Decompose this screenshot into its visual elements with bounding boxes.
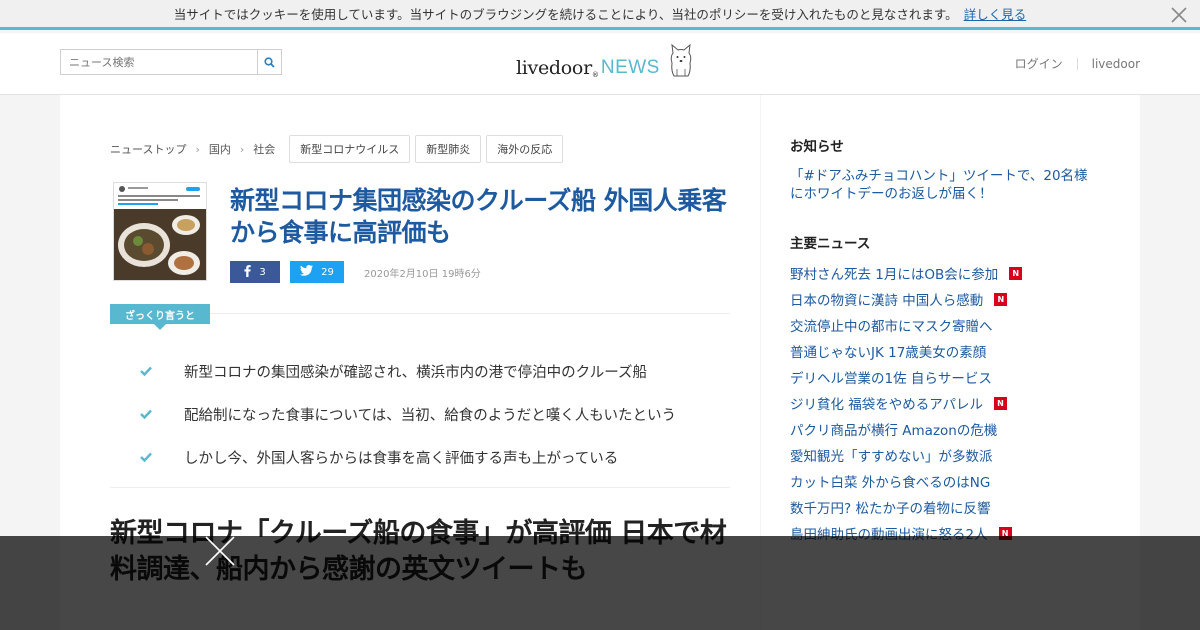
logo-news-text: NEWS — [600, 57, 660, 78]
facebook-count: 3 — [259, 266, 266, 278]
summary-list: 新型コロナの集団感染が確認され、横浜市内の港で停泊中のクルーズ船 配給制になった… — [140, 350, 676, 479]
news-list-item[interactable]: デリヘル営業の1佐 自らサービス — [790, 364, 1022, 390]
facebook-share-button[interactable]: 3 — [230, 261, 280, 283]
main-news-heading: 主要ニュース — [790, 236, 871, 252]
site-logo[interactable]: livedoor ® NEWS — [516, 43, 694, 79]
news-item-title: 日本の物資に漢詩 中国人ら感動 — [790, 293, 984, 309]
tag-covid[interactable]: 新型コロナウイルス — [289, 135, 411, 163]
chevron-right-icon: › — [195, 142, 200, 156]
breadcrumb-item-news-top[interactable]: ニューストップ — [110, 141, 186, 157]
news-item-title: 交流停止中の都市にマスク寄贈へ — [790, 319, 993, 335]
summary-item: 新型コロナの集団感染が確認され、横浜市内の港で停泊中のクルーズ船 — [140, 350, 676, 393]
login-link[interactable]: ログイン — [1015, 55, 1063, 72]
close-icon[interactable] — [203, 534, 237, 568]
cookie-more-link[interactable]: 詳しく見る — [964, 4, 1027, 23]
news-list-item[interactable]: 数千万円? 松たか子の着物に反響 — [790, 494, 1022, 520]
tag-overseas-reaction[interactable]: 海外の反応 — [486, 135, 564, 163]
notice-heading: お知らせ — [790, 139, 844, 155]
news-list-item[interactable]: 野村さん死去 1月にはOB会に参加 N — [790, 260, 1023, 286]
tag-pneumonia[interactable]: 新型肺炎 — [415, 135, 482, 163]
divider — [110, 487, 730, 488]
article-title: 新型コロナ集団感染のクルーズ船 外国人乗客から食事に高評価も — [230, 186, 727, 247]
check-icon — [140, 450, 184, 466]
new-badge: N — [994, 396, 1008, 410]
summary-item: しかし今、外国人客らからは食事を高く評価する声も上がっている — [140, 436, 676, 479]
publish-date: 2020年2月10日 19時6分 — [364, 268, 481, 280]
divider — [210, 313, 730, 314]
livedoor-link[interactable]: livedoor — [1092, 57, 1140, 71]
topic-tags: 新型コロナウイルス 新型肺炎 海外の反応 — [289, 135, 568, 163]
summary-item: 配給制になった食事については、当初、給食のようだと嘆く人もいたという — [140, 393, 676, 436]
breadcrumb: ニューストップ › 国内 › 社会 新型コロナウイルス 新型肺炎 海外の反応 — [110, 135, 568, 163]
cookie-banner: 当サイトではクッキーを使用しています。当サイトのブラウジングを続けることにより、… — [0, 0, 1200, 30]
news-list-item[interactable]: パクリ商品が横行 Amazonの危機 — [790, 416, 1022, 442]
article-thumbnail[interactable] — [113, 182, 207, 281]
summary-label: ざっくり言うと — [110, 304, 210, 330]
main-news-list: 野村さん死去 1月にはOB会に参加 N 日本の物資に漢詩 中国人ら感動 N 交流停止中の… — [790, 260, 1023, 546]
check-icon — [140, 364, 184, 380]
news-item-title: パクリ商品が横行 Amazonの危機 — [790, 423, 998, 439]
twitter-icon — [300, 265, 321, 279]
search-button[interactable] — [258, 50, 281, 74]
dog-mascot-icon — [668, 43, 694, 83]
notice-link[interactable]: 「#ドアふみチョコハント」ツイートで、20名様にホワイトデーのお返しが届く！ — [790, 167, 1100, 203]
news-item-title: カット白菜 外から食べるのはNG — [790, 475, 991, 491]
twitter-count: 29 — [321, 266, 334, 278]
logo-livedoor-text: livedoor — [516, 57, 592, 79]
site-header: livedoor® NEWS ログイン livedoor — [0, 33, 1200, 95]
summary-text: 配給制になった食事については、当初、給食のようだと嘆く人もいたという — [184, 408, 676, 424]
close-icon[interactable] — [1170, 6, 1188, 24]
news-item-title: 数千万円? 松たか子の着物に反響 — [790, 501, 991, 517]
new-badge: N — [1009, 266, 1023, 280]
news-item-title: ジリ貧化 福袋をやめるアパレル — [790, 397, 984, 413]
breadcrumb-item-society[interactable]: 社会 — [253, 141, 275, 157]
twitter-share-button[interactable]: 29 — [290, 261, 344, 283]
news-list-item[interactable]: カット白菜 外から食べるのはNG — [790, 468, 1022, 494]
facebook-icon — [244, 264, 259, 280]
search-input[interactable] — [61, 50, 258, 74]
news-list-item[interactable]: 交流停止中の都市にマスク寄贈へ — [790, 312, 1022, 338]
logo-registered-mark: ® — [591, 71, 599, 79]
news-list-item[interactable]: ジリ貧化 福袋をやめるアパレル N — [790, 390, 1022, 416]
search-icon — [264, 53, 275, 72]
news-list-item[interactable]: 普通じゃないJK 17歳美女の素顔 — [790, 338, 1022, 364]
search-box — [60, 49, 282, 75]
overlay-ad-bar — [0, 536, 1200, 630]
summary-text: しかし今、外国人客らからは食事を高く評価する声も上がっている — [184, 451, 619, 467]
check-icon — [140, 407, 184, 423]
news-list-item[interactable]: 愛知観光「すすめない」が多数派 — [790, 442, 1022, 468]
cookie-banner-text: 当サイトではクッキーを使用しています。当サイトのブラウジングを続けることにより、… — [173, 7, 958, 22]
breadcrumb-item-domestic[interactable]: 国内 — [209, 141, 231, 157]
new-badge: N — [994, 292, 1008, 306]
summary-text: 新型コロナの集団感染が確認され、横浜市内の港で停泊中のクルーズ船 — [184, 365, 647, 381]
share-bar: 3 29 2020年2月10日 19時6分 — [230, 261, 481, 283]
news-item-title: 普通じゃないJK 17歳美女の素顔 — [790, 345, 987, 361]
news-item-title: デリヘル営業の1佐 自らサービス — [790, 371, 992, 387]
divider — [1076, 57, 1078, 70]
header-links: ログイン livedoor — [1015, 55, 1140, 72]
news-item-title: 野村さん死去 1月にはOB会に参加 — [790, 267, 999, 283]
news-list-item[interactable]: 日本の物資に漢詩 中国人ら感動 N — [790, 286, 1022, 312]
news-item-title: 愛知観光「すすめない」が多数派 — [790, 449, 993, 465]
chevron-right-icon: › — [239, 142, 245, 156]
